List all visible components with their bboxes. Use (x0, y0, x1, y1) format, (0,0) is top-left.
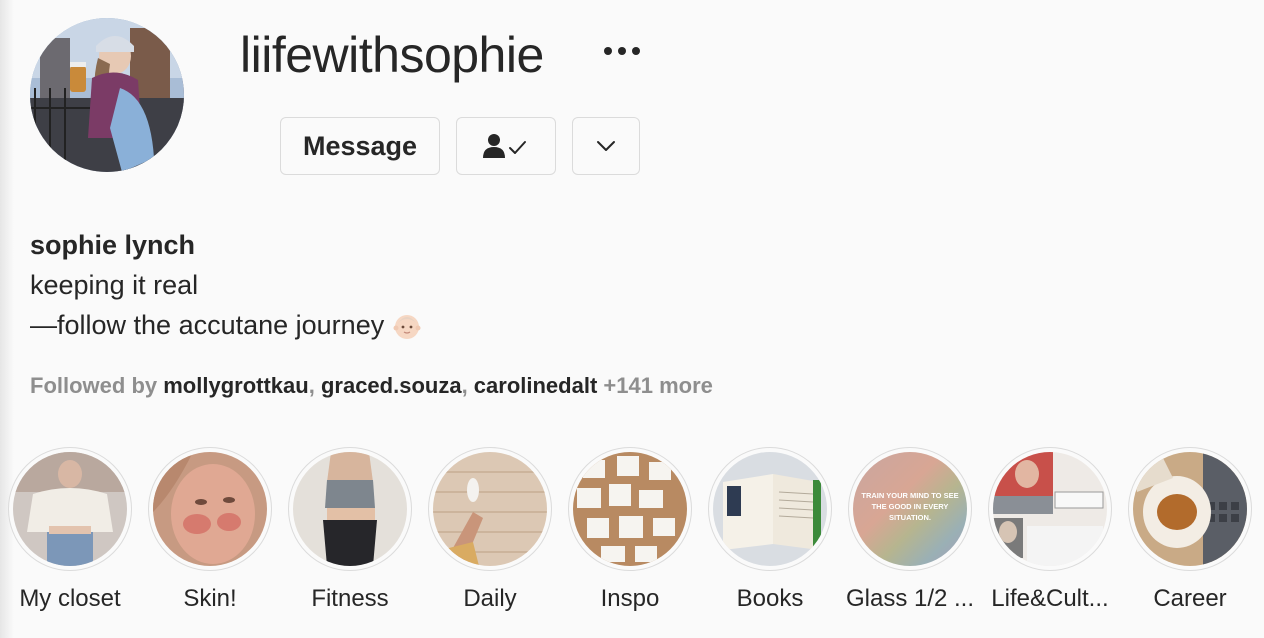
following-button[interactable] (456, 117, 556, 175)
highlight-item[interactable]: My closet (0, 447, 140, 613)
highlight-cover (293, 452, 407, 566)
highlight-label: Career (1153, 585, 1227, 612)
highlight-ring: TRAIN YOUR MIND TO SEE THE GOOD IN EVERY… (848, 447, 972, 571)
highlight-cover (433, 452, 547, 566)
highlight-label: Glass 1/2 ... (845, 585, 975, 612)
separator: , (308, 373, 321, 398)
profile-avatar[interactable] (30, 18, 184, 172)
more-dots-icon[interactable] (598, 34, 646, 68)
dot (632, 47, 640, 55)
profile-full-name: sophie lynch (30, 230, 196, 260)
highlight-cover (1133, 452, 1247, 566)
bio-text: —follow the accutane journey (30, 310, 385, 340)
follower-link[interactable]: graced.souza (321, 373, 462, 398)
suggested-accounts-button[interactable] (572, 117, 640, 175)
highlight-cover (993, 452, 1107, 566)
highlight-label: Books (736, 585, 804, 612)
highlight-item[interactable]: Life&Cult... (980, 447, 1120, 613)
highlight-label: Daily (463, 585, 517, 612)
dot (618, 47, 626, 55)
highlight-item[interactable]: Fitness (280, 447, 420, 613)
followed-by-line: Followed by mollygrottkau, graced.souza,… (30, 373, 713, 399)
bio-line-with-emoji: —follow the accutane journey (30, 310, 422, 341)
bio-line: keeping it real (30, 270, 199, 300)
highlight-ring (148, 447, 272, 571)
highlight-ring (708, 447, 832, 571)
highlight-label: Inspo (600, 585, 660, 612)
highlight-cover (153, 452, 267, 566)
highlight-ring (428, 447, 552, 571)
highlight-ring (288, 447, 412, 571)
highlight-item[interactable]: TRAIN YOUR MIND TO SEE THE GOOD IN EVERY… (840, 447, 980, 613)
highlight-cover (713, 452, 827, 566)
highlight-ring (988, 447, 1112, 571)
highlight-cover-caption: TRAIN YOUR MIND TO SEE THE GOOD IN EVERY… (861, 491, 959, 522)
separator: , (461, 373, 474, 398)
profile-username: liifewithsophie (240, 27, 544, 83)
more-followers-link[interactable]: +141 more (603, 373, 712, 398)
story-highlights: My closet Skin! Fitness Daily Inspo Book… (0, 447, 1264, 638)
highlight-label: Skin! (183, 585, 237, 612)
highlight-cover: TRAIN YOUR MIND TO SEE THE GOOD IN EVERY… (853, 452, 967, 566)
highlight-item[interactable]: Career (1120, 447, 1260, 613)
highlight-cover (573, 452, 687, 566)
highlight-ring (568, 447, 692, 571)
followed-by-prefix: Followed by (30, 373, 158, 398)
follower-link[interactable]: carolinedalt (474, 373, 597, 398)
highlight-ring (1128, 447, 1252, 571)
message-button[interactable]: Message (280, 117, 440, 175)
highlight-label: Life&Cult... (991, 585, 1109, 612)
follower-link[interactable]: mollygrottkau (163, 373, 308, 398)
highlight-cover (13, 452, 127, 566)
highlight-item[interactable]: Books (700, 447, 840, 613)
person-check-icon (483, 134, 526, 158)
highlight-label: Fitness (311, 585, 389, 612)
highlight-ring (8, 447, 132, 571)
highlight-item[interactable]: Skin! (140, 447, 280, 613)
dot (604, 47, 612, 55)
highlight-label: My closet (19, 585, 121, 612)
highlight-item[interactable]: Daily (420, 447, 560, 613)
chevron-down-icon (597, 141, 615, 151)
highlight-item[interactable]: Inspo (560, 447, 700, 613)
baby-emoji-icon (393, 314, 421, 339)
